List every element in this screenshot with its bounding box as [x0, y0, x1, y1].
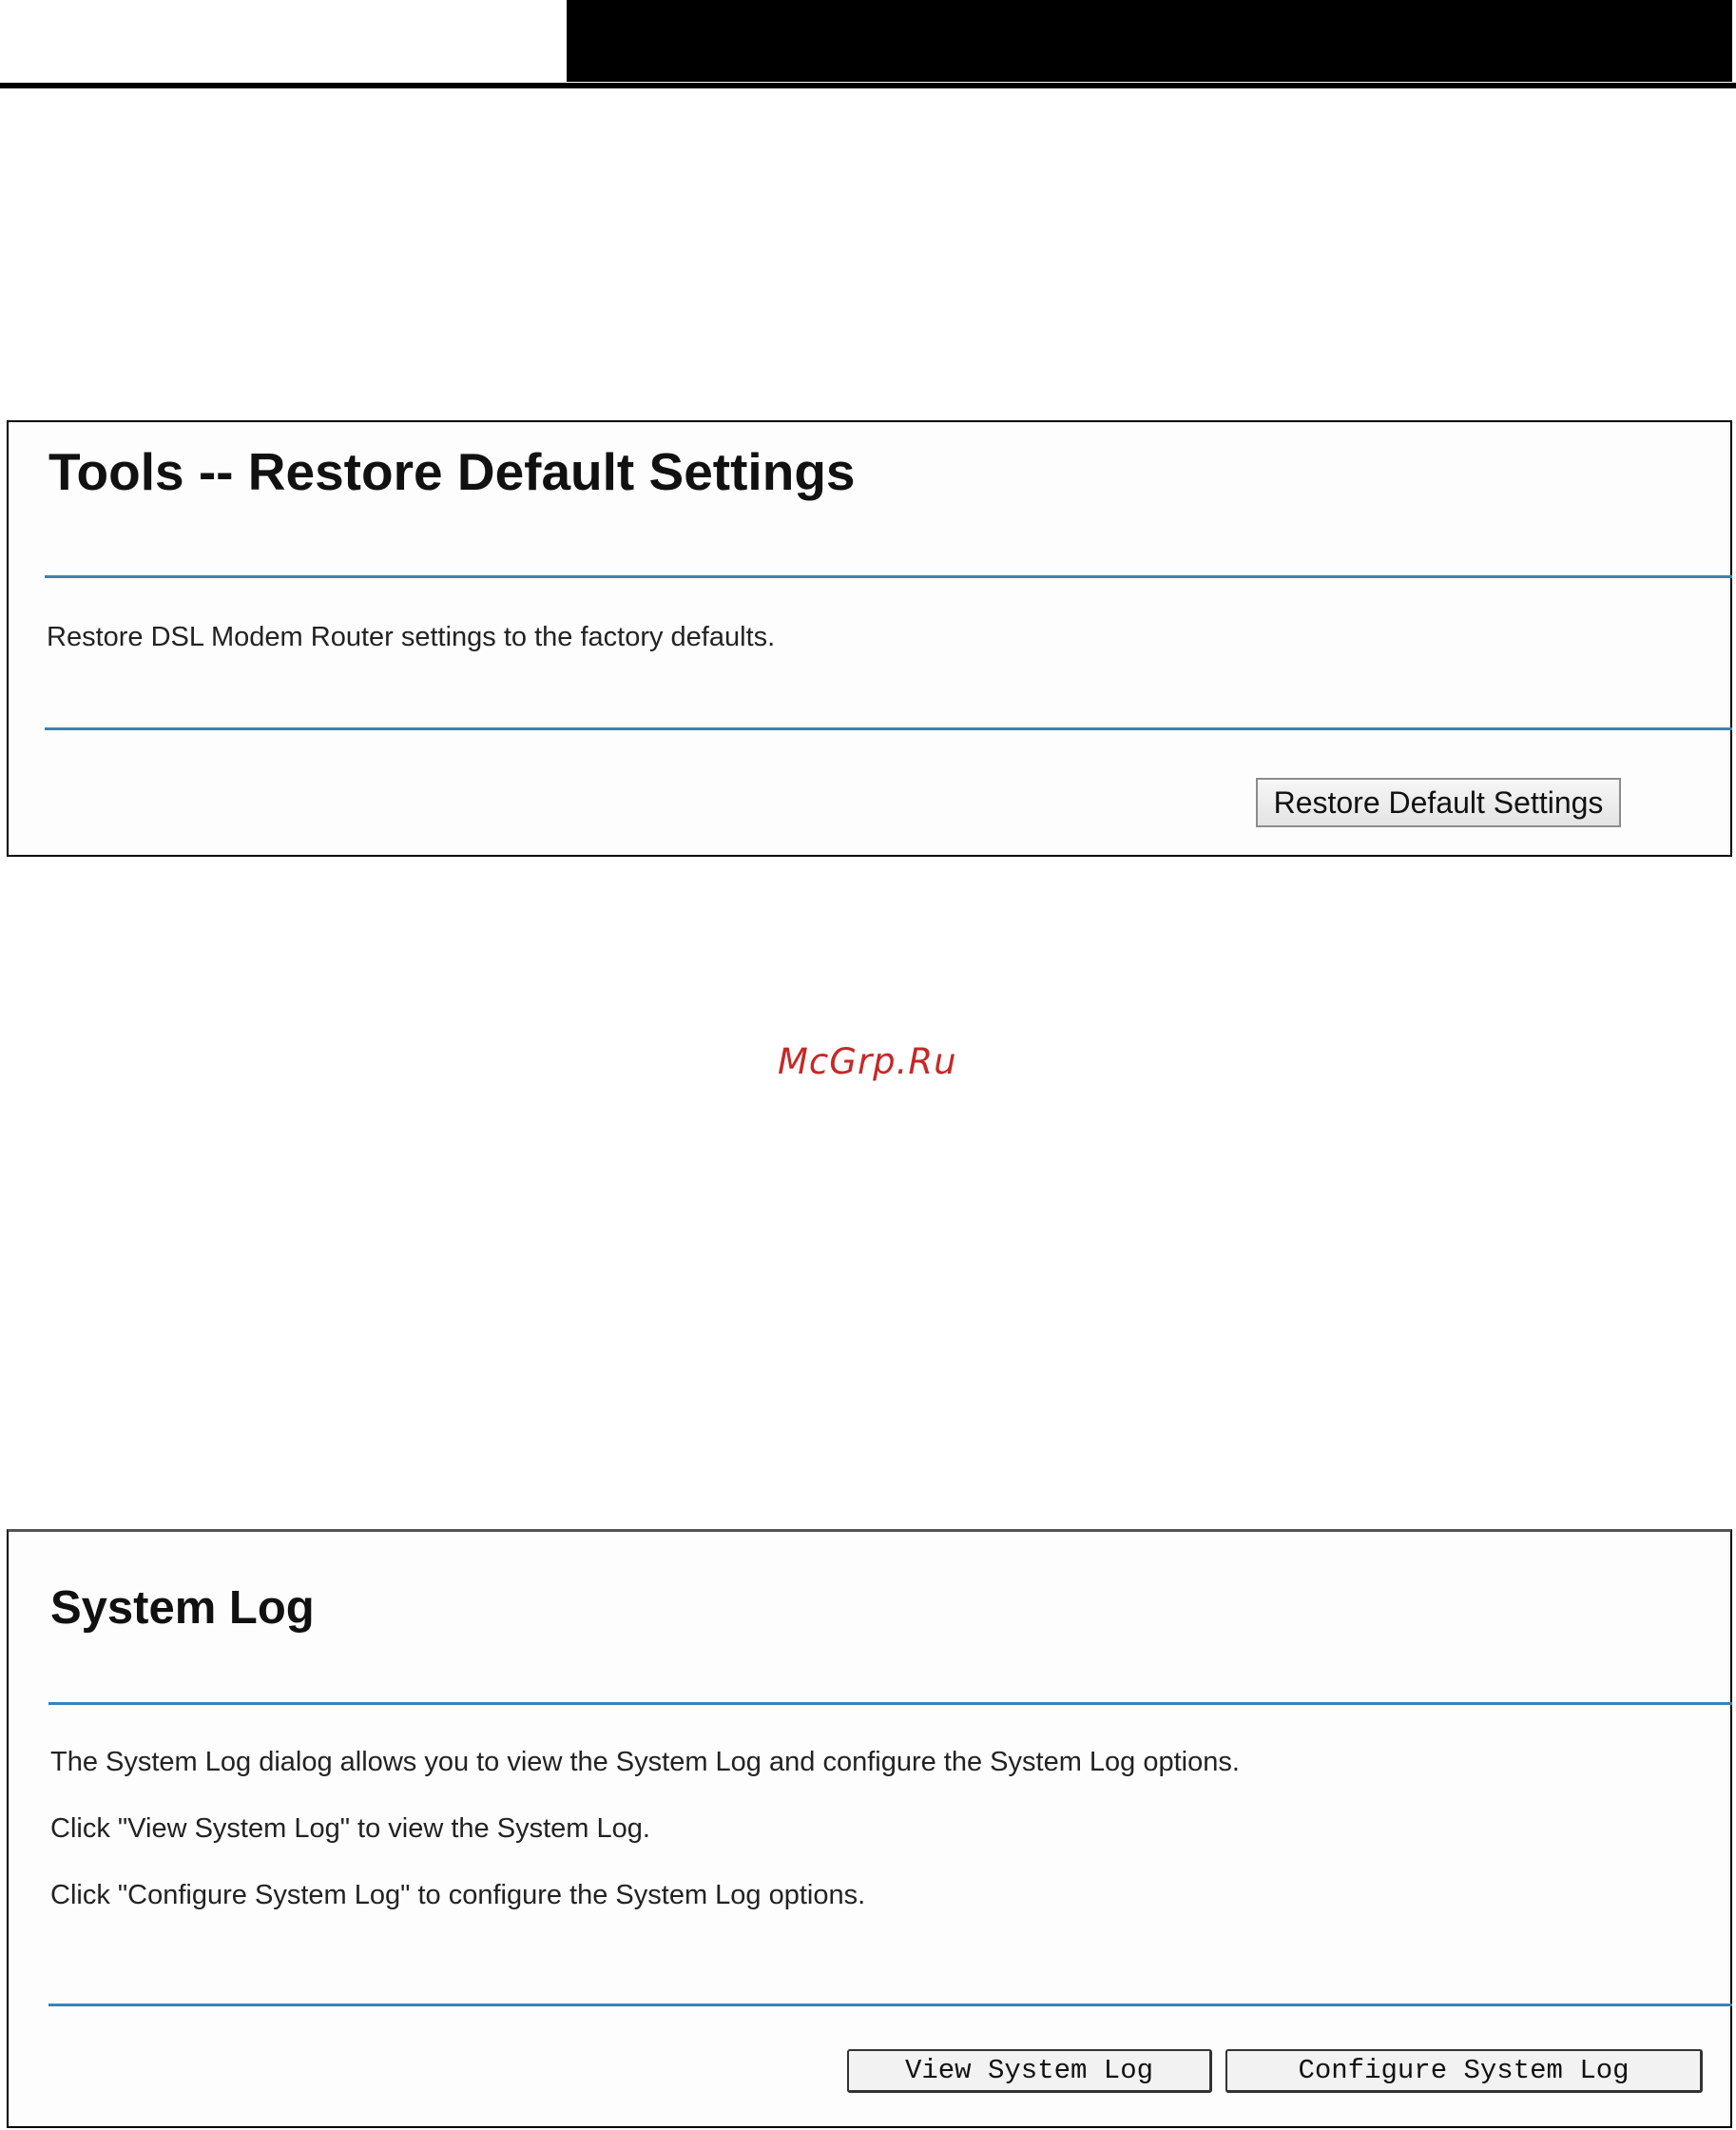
configure-system-log-button[interactable]: Configure System Log — [1225, 2049, 1703, 2093]
divider — [45, 575, 1732, 578]
page-title: System Log — [50, 1582, 315, 1634]
system-log-description: The System Log dialog allows you to view… — [50, 1747, 1240, 1777]
divider — [48, 2004, 1732, 2006]
view-log-instruction: Click "View System Log" to view the Syst… — [50, 1813, 650, 1844]
system-log-panel: System Log The System Log dialog allows … — [7, 1529, 1732, 2128]
divider — [45, 727, 1732, 730]
restore-default-settings-panel: Tools -- Restore Default Settings Restor… — [7, 420, 1732, 857]
page-title: Tools -- Restore Default Settings — [48, 442, 856, 501]
watermark: McGrp.Ru — [778, 1041, 957, 1082]
document-header-rule — [0, 83, 1736, 88]
restore-default-settings-button[interactable]: Restore Default Settings — [1256, 778, 1621, 827]
view-system-log-button[interactable]: View System Log — [847, 2049, 1212, 2093]
configure-log-instruction: Click "Configure System Log" to configur… — [50, 1880, 866, 1910]
document-header-bar — [567, 0, 1732, 82]
divider — [48, 1702, 1732, 1705]
restore-description: Restore DSL Modem Router settings to the… — [47, 622, 776, 652]
